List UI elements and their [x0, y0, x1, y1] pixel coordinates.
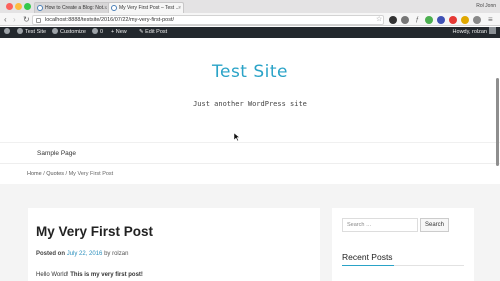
sidebar: Search Recent Posts	[332, 208, 474, 281]
post-author-link[interactable]: rolzan	[112, 251, 128, 257]
browser-profile-name[interactable]: Rol Jonn	[476, 1, 496, 11]
breadcrumb-home[interactable]: Home	[27, 171, 42, 177]
post-title: My Very First Post	[36, 224, 154, 239]
bookmark-star-icon[interactable]: ☆	[376, 14, 382, 25]
admin-bar-customize-link[interactable]: Customize	[52, 27, 86, 38]
admin-bar-new-link[interactable]: + New	[111, 27, 127, 38]
page-info-icon[interactable]	[36, 18, 41, 23]
avatar	[489, 27, 496, 35]
extension-icon[interactable]	[389, 16, 397, 24]
extension-icon[interactable]	[401, 16, 409, 24]
page-viewport: Test Site Just another WordPress site Sa…	[0, 38, 500, 281]
extension-icon[interactable]	[437, 16, 445, 24]
mouse-pointer-icon	[234, 133, 240, 141]
admin-bar-howdy-label: Howdy, rolzan	[452, 29, 487, 35]
by-label: by	[104, 251, 111, 257]
post-content: Hello World! This is my very first post!	[36, 272, 143, 278]
admin-bar-site-label: Test Site	[25, 29, 47, 35]
extension-icon[interactable]	[461, 16, 469, 24]
search-input[interactable]	[342, 218, 418, 232]
extension-icon[interactable]	[449, 16, 457, 24]
wordpress-logo-icon[interactable]	[4, 27, 12, 38]
browser-tab-strip: How to Create a Blog: Not... × My Very F…	[0, 0, 500, 13]
admin-bar-comments-count: 0	[100, 29, 104, 35]
posted-on-label: Posted on	[36, 251, 66, 257]
address-bar[interactable]: localhost:8888/testsite/2016/07/22/my-ve…	[32, 15, 384, 25]
url-text[interactable]: localhost:8888/testsite/2016/07/22/my-ve…	[45, 16, 174, 25]
post-body-bold-text: This is my very first post!	[70, 272, 143, 278]
admin-bar-comments-link[interactable]: 0	[92, 27, 103, 38]
tab-title: My Very First Post – Test ...	[119, 5, 180, 11]
paintbrush-icon	[52, 27, 58, 34]
recent-posts-title: Recent Posts	[342, 252, 393, 262]
post-article: My Very First Post Posted on July 22, 20…	[28, 208, 320, 281]
browser-tab-1[interactable]: How to Create a Blog: Not... ×	[34, 2, 110, 13]
admin-bar-site-link[interactable]: Test Site	[17, 27, 46, 38]
extension-icon[interactable]	[473, 16, 481, 24]
breadcrumb-current: My Very First Post	[68, 171, 114, 177]
search-button[interactable]: Search	[420, 218, 449, 232]
reload-icon[interactable]: ↻	[23, 14, 30, 25]
maximize-window-button[interactable]	[24, 3, 31, 10]
wordpress-favicon-icon	[37, 5, 43, 11]
forward-arrow-icon[interactable]: ›	[13, 14, 16, 25]
post-meta: Posted on July 22, 2016 by rolzan	[36, 251, 128, 257]
site-title[interactable]: Test Site	[0, 62, 500, 82]
breadcrumb: Home / Quotes / My Very First Post	[27, 171, 113, 177]
minimize-window-button[interactable]	[15, 3, 22, 10]
browser-tab-2[interactable]: My Very First Post – Test ... ×	[108, 2, 184, 13]
post-date-link[interactable]: July 22, 2016	[67, 251, 103, 257]
admin-bar-account-link[interactable]: Howdy, rolzan	[453, 27, 496, 38]
primary-navigation: Sample Page	[0, 142, 500, 164]
admin-bar-customize-label: Customize	[60, 29, 86, 35]
admin-bar-edit-label: Edit Post	[145, 29, 168, 35]
extension-icon[interactable]	[425, 16, 433, 24]
page-scrollbar[interactable]	[496, 78, 499, 166]
home-icon	[17, 27, 23, 34]
back-arrow-icon[interactable]: ‹	[4, 14, 7, 25]
close-window-button[interactable]	[6, 3, 13, 10]
tab-title: How to Create a Blog: Not...	[45, 5, 108, 11]
nav-item-sample-page[interactable]: Sample Page	[37, 150, 76, 157]
content-area: My Very First Post Posted on July 22, 20…	[0, 184, 500, 281]
admin-bar-new-label: New	[115, 29, 127, 35]
site-tagline: Just another WordPress site	[193, 100, 307, 108]
widget-title-divider	[394, 265, 464, 266]
extension-icon[interactable]: ƒ	[413, 16, 421, 24]
admin-bar-edit-post-link[interactable]: ✎ Edit Post	[139, 27, 167, 38]
wordpress-favicon-icon	[111, 5, 117, 11]
comment-bubble-icon	[92, 27, 98, 34]
wp-admin-bar: Test Site Customize 0 + New ✎ Edit Post …	[0, 27, 500, 38]
browser-toolbar: ‹ › ↻ localhost:8888/testsite/2016/07/22…	[0, 13, 500, 26]
breadcrumb-category[interactable]: Quotes	[46, 171, 64, 177]
tab-close-icon[interactable]: ×	[104, 3, 107, 13]
post-body-text: Hello World!	[36, 272, 71, 278]
widget-title-underline	[342, 265, 394, 266]
browser-menu-icon[interactable]: ≡	[488, 14, 493, 25]
tab-close-icon[interactable]: ×	[178, 3, 181, 13]
